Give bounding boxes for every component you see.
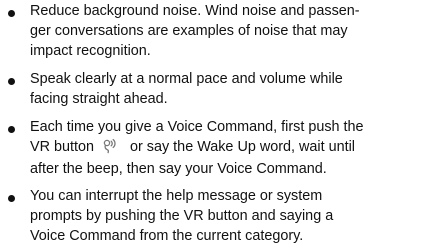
vr-button-text: VR button xyxy=(30,139,94,155)
bullet-dot xyxy=(8,195,15,202)
text-line: ger conversations are examples of noise … xyxy=(30,23,348,39)
text-line: Speak clearly at a normal pace and volum… xyxy=(30,71,343,87)
text-line: after the beep, then say your Voice Comm… xyxy=(30,161,327,177)
wake-up-text: or say the Wake Up word, wait until xyxy=(130,139,356,155)
instructions-page: Reduce background noise. Wind noise and … xyxy=(0,0,436,251)
bullet-dot xyxy=(8,10,15,17)
text-line-with-icon: VR button or say the Wake Up word, wait … xyxy=(30,137,355,157)
text-line: Reduce background noise. Wind noise and … xyxy=(30,3,360,19)
bullet-dot xyxy=(8,126,15,133)
text-line: prompts by pushing the VR button and say… xyxy=(30,208,334,224)
bullet-dot xyxy=(8,78,15,85)
text-line: Each time you give a Voice Command, firs… xyxy=(30,119,364,135)
text-line: You can interrupt the help message or sy… xyxy=(30,188,323,204)
text-line: facing straight ahead. xyxy=(30,91,168,107)
text-line: Voice Command from the current category. xyxy=(30,228,304,244)
text-line: impact recognition. xyxy=(30,43,151,59)
voice-recognition-icon xyxy=(102,138,118,154)
